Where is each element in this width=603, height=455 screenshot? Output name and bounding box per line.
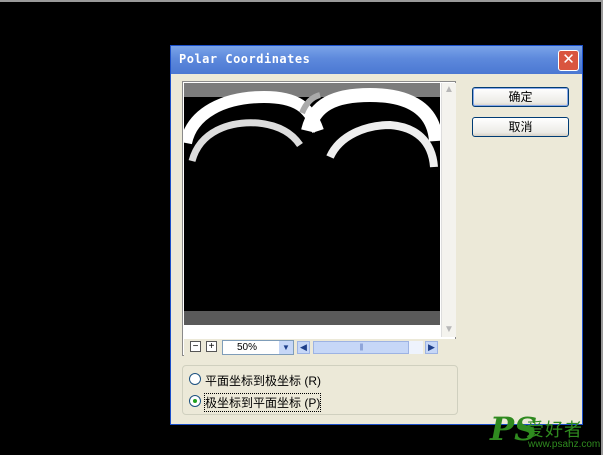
scroll-left-button[interactable]: ◀ <box>297 341 310 354</box>
preview-panel: ▲ ▼ − + 50% ▼ ◀ ||| ▶ <box>182 81 456 356</box>
preview-bottom-band <box>184 311 440 325</box>
screen-top-edge <box>0 0 603 2</box>
preview-toolbar: − + 50% ▼ ◀ ||| ▶ <box>184 339 456 356</box>
chevron-down-icon[interactable]: ▼ <box>279 341 293 354</box>
option-label: 极坐标到平面坐标 (P) <box>203 393 322 412</box>
preview-canvas[interactable] <box>184 83 440 325</box>
radio-polar-to-rect[interactable] <box>189 395 201 407</box>
site-watermark: PS 爱好者 www.psahz.com <box>490 410 600 452</box>
zoom-select[interactable]: 50% ▼ <box>222 340 294 355</box>
scroll-thumb[interactable]: ||| <box>313 341 409 354</box>
close-icon: ✕ <box>562 51 575 68</box>
chevron-left-icon: ◀ <box>300 342 307 352</box>
watermark-url: www.psahz.com <box>528 439 601 450</box>
zoom-in-button[interactable]: + <box>206 341 217 352</box>
vertical-scrollbar[interactable]: ▲ ▼ <box>441 83 456 337</box>
horizontal-scrollbar[interactable]: ||| <box>313 341 423 354</box>
conversion-options: 平面坐标到极坐标 (R) 极坐标到平面坐标 (P) <box>182 365 458 415</box>
scroll-up-icon[interactable]: ▲ <box>442 83 456 97</box>
radio-rect-to-polar[interactable] <box>189 373 201 385</box>
dialog-title: Polar Coordinates <box>179 52 311 66</box>
scroll-right-button[interactable]: ▶ <box>425 341 438 354</box>
title-bar[interactable]: Polar Coordinates ✕ <box>171 46 582 74</box>
polar-coordinates-dialog: Polar Coordinates ✕ ▲ ▼ − + 50% ▼ ◀ ||| … <box>170 45 583 425</box>
zoom-value: 50% <box>237 342 258 353</box>
option-label: 平面坐标到极坐标 (R) <box>205 374 321 388</box>
zoom-out-button[interactable]: − <box>190 341 201 352</box>
scroll-down-icon[interactable]: ▼ <box>442 323 456 337</box>
minus-icon: − <box>192 341 199 352</box>
ok-button[interactable]: 确定 <box>472 87 569 107</box>
close-button[interactable]: ✕ <box>558 50 579 71</box>
cancel-button[interactable]: 取消 <box>472 117 569 137</box>
preview-image <box>184 87 440 168</box>
plus-icon: + <box>208 341 215 352</box>
chevron-right-icon: ▶ <box>428 342 435 352</box>
